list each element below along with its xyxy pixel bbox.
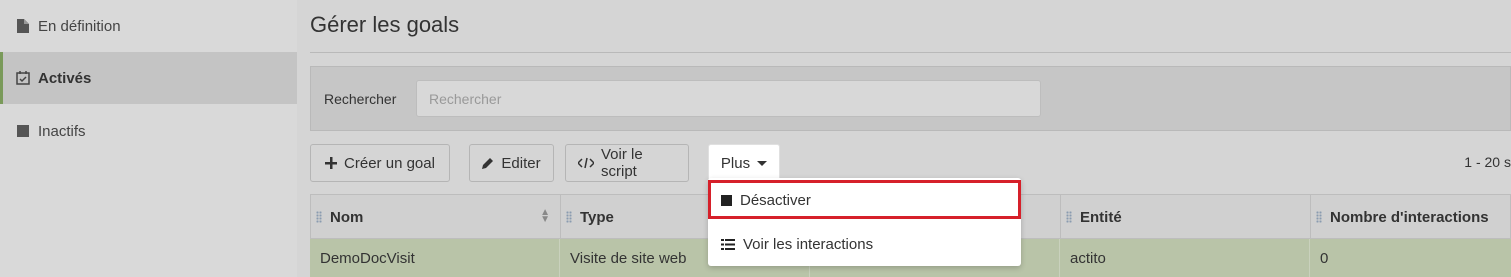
- drag-handle-icon[interactable]: [1316, 211, 1322, 223]
- divider: [310, 52, 1511, 53]
- drag-handle-icon[interactable]: [566, 211, 572, 223]
- column-label: Entité: [1080, 208, 1122, 226]
- search-panel: Rechercher: [310, 66, 1511, 131]
- view-script-button[interactable]: Voir le script: [565, 144, 689, 182]
- highlight-box: [708, 180, 1021, 219]
- more-dropdown-menu: Désactiver Voir les interactions: [708, 178, 1021, 266]
- caret-down-icon: [757, 160, 768, 166]
- cell-interactions: 0: [1320, 249, 1329, 267]
- column-header-entite[interactable]: Entité: [1061, 195, 1311, 239]
- sidebar-item-label: En définition: [38, 17, 121, 35]
- sidebar: En définition Activés Inactifs: [0, 0, 297, 277]
- sidebar-item-en-definition[interactable]: En définition: [0, 0, 297, 52]
- cell-entite: actito: [1060, 239, 1310, 277]
- column-label: Nom: [330, 208, 364, 226]
- drag-handle-icon[interactable]: [316, 211, 322, 223]
- pencil-icon: [482, 157, 494, 169]
- menu-item-label: Voir les interactions: [743, 235, 874, 253]
- column-header-interactions[interactable]: Nombre d'interactions: [1311, 195, 1511, 239]
- create-goal-label: Créer un goal: [344, 154, 435, 172]
- search-input[interactable]: [416, 80, 1041, 117]
- calendar-check-icon: [16, 71, 30, 85]
- edit-label: Editer: [501, 154, 541, 172]
- plus-icon: [325, 157, 338, 169]
- column-header-nom[interactable]: Nom ▲ ▼: [311, 195, 561, 239]
- column-label: Nombre d'interactions: [1330, 208, 1489, 226]
- sort-icon[interactable]: ▲ ▼: [540, 208, 550, 225]
- menu-item-voir-interactions[interactable]: Voir les interactions: [708, 224, 1021, 264]
- code-icon: [578, 157, 594, 169]
- page-title: Gérer les goals: [310, 12, 460, 37]
- view-script-label: Voir le script: [601, 146, 643, 180]
- create-goal-button[interactable]: Créer un goal: [310, 144, 450, 182]
- file-icon: [16, 19, 30, 33]
- column-label: Type: [580, 208, 614, 226]
- edit-button[interactable]: Editer: [469, 144, 554, 182]
- more-label: Plus: [720, 154, 751, 172]
- sidebar-item-actives[interactable]: Activés: [0, 52, 297, 104]
- square-icon: [16, 124, 30, 138]
- list-icon: [721, 238, 735, 250]
- sidebar-item-label: Inactifs: [38, 122, 86, 140]
- search-label: Rechercher: [324, 91, 397, 107]
- more-dropdown-button[interactable]: Plus: [708, 144, 780, 182]
- pagination-info: 1 - 20 s: [1464, 154, 1511, 170]
- cell-nom: DemoDocVisit: [310, 239, 560, 277]
- sidebar-item-inactifs[interactable]: Inactifs: [0, 105, 297, 157]
- drag-handle-icon[interactable]: [1066, 211, 1072, 223]
- sidebar-item-label: Activés: [38, 69, 92, 87]
